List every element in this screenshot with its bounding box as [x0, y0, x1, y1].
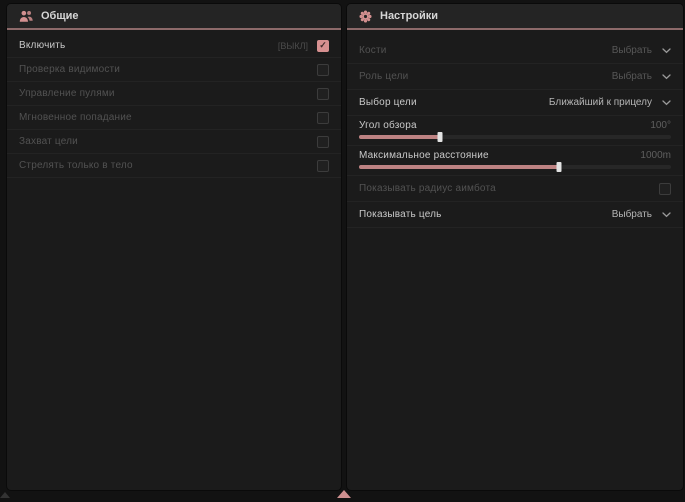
- row-controls: [ВЫКЛ] ✓: [278, 40, 329, 52]
- bones-label: Кости: [359, 45, 387, 56]
- row-show-target: Показывать цель Выбрать: [347, 202, 683, 228]
- show-target-label: Показывать цель: [359, 209, 442, 220]
- row-controls: [317, 112, 329, 124]
- row-fov: Угол обзора 100°: [347, 116, 683, 146]
- general-rows: Включить [ВЫКЛ] ✓ Проверка видимости Управле…: [7, 30, 341, 178]
- row-visibility-check: Проверка видимости: [7, 58, 341, 82]
- show-aimbot-radius-checkbox[interactable]: [659, 183, 671, 195]
- up-triangle-icon[interactable]: [337, 490, 351, 498]
- row-controls: [317, 88, 329, 100]
- target-lock-label: Захват цели: [19, 136, 78, 147]
- max-distance-label: Максимальное расстояние: [359, 150, 489, 161]
- panel-settings: Настройки Кости Выбрать Роль цели Выбрать Вы…: [347, 4, 683, 490]
- target-selection-label: Выбор цели: [359, 97, 417, 108]
- row-bones: Кости Выбрать: [347, 38, 683, 64]
- corner-triangle-icon: [0, 492, 10, 498]
- row-controls: Выбрать: [612, 71, 671, 82]
- row-instant-hit: Мгновенное попадание: [7, 106, 341, 130]
- bones-value: Выбрать: [612, 45, 652, 56]
- bullet-control-checkbox[interactable]: [317, 88, 329, 100]
- show-target-dropdown[interactable]: Выбрать: [612, 209, 671, 220]
- gear-icon: [359, 10, 372, 23]
- panel-settings-title: Настройки: [380, 10, 438, 22]
- row-show-aimbot-radius: Показывать радиус аимбота: [347, 176, 683, 202]
- row-controls: Выбрать: [612, 209, 671, 220]
- max-distance-value: 1000m: [640, 150, 671, 161]
- visibility-check-checkbox[interactable]: [317, 64, 329, 76]
- slider-label-line: Максимальное расстояние 1000m: [359, 148, 671, 163]
- slider-thumb[interactable]: [556, 162, 561, 172]
- bullet-control-label: Управление пулями: [19, 88, 115, 99]
- fov-slider[interactable]: [359, 135, 671, 139]
- row-target-lock: Захват цели: [7, 130, 341, 154]
- max-distance-slider[interactable]: [359, 165, 671, 169]
- panel-general-header: Общие: [7, 4, 341, 28]
- enable-label: Включить: [19, 40, 65, 51]
- target-selection-value: Ближайший к прицелу: [549, 97, 652, 108]
- row-enable: Включить [ВЫКЛ] ✓: [7, 34, 341, 58]
- row-controls: Ближайший к прицелу: [549, 97, 671, 108]
- target-role-label: Роль цели: [359, 71, 408, 82]
- target-selection-dropdown[interactable]: Ближайший к прицелу: [549, 97, 671, 108]
- row-controls: Выбрать: [612, 45, 671, 56]
- chevron-down-icon: [662, 212, 671, 218]
- enable-checkbox[interactable]: ✓: [317, 40, 329, 52]
- chevron-down-icon: [662, 74, 671, 80]
- slider-thumb[interactable]: [438, 132, 443, 142]
- row-controls: [317, 64, 329, 76]
- row-controls: [317, 136, 329, 148]
- instant-hit-label: Мгновенное попадание: [19, 112, 132, 123]
- target-role-value: Выбрать: [612, 71, 652, 82]
- row-controls: [317, 160, 329, 172]
- shoot-body-only-checkbox[interactable]: [317, 160, 329, 172]
- row-target-role: Роль цели Выбрать: [347, 64, 683, 90]
- users-icon: [19, 10, 33, 23]
- show-target-value: Выбрать: [612, 209, 652, 220]
- row-target-selection: Выбор цели Ближайший к прицелу: [347, 90, 683, 116]
- instant-hit-checkbox[interactable]: [317, 112, 329, 124]
- row-shoot-body-only: Стрелять только в тело: [7, 154, 341, 178]
- fov-label: Угол обзора: [359, 120, 417, 131]
- target-lock-checkbox[interactable]: [317, 136, 329, 148]
- slider-fill: [359, 135, 440, 139]
- row-bullet-control: Управление пулями: [7, 82, 341, 106]
- chevron-down-icon: [662, 48, 671, 54]
- panel-settings-header: Настройки: [347, 4, 683, 28]
- bones-dropdown[interactable]: Выбрать: [612, 45, 671, 56]
- show-aimbot-radius-label: Показывать радиус аимбота: [359, 183, 496, 194]
- panel-general: Общие Включить [ВЫКЛ] ✓ Проверка видимости У…: [7, 4, 341, 490]
- enable-state-tag: [ВЫКЛ]: [278, 41, 308, 51]
- row-controls: [659, 183, 671, 195]
- fov-value: 100°: [650, 120, 671, 131]
- visibility-check-label: Проверка видимости: [19, 64, 120, 75]
- chevron-down-icon: [662, 100, 671, 106]
- panel-general-title: Общие: [41, 10, 79, 22]
- slider-label-line: Угол обзора 100°: [359, 118, 671, 133]
- slider-fill: [359, 165, 559, 169]
- settings-rows: Кости Выбрать Роль цели Выбрать Выбор цели Бл…: [347, 30, 683, 228]
- row-max-distance: Максимальное расстояние 1000m: [347, 146, 683, 176]
- target-role-dropdown[interactable]: Выбрать: [612, 71, 671, 82]
- shoot-body-only-label: Стрелять только в тело: [19, 160, 133, 171]
